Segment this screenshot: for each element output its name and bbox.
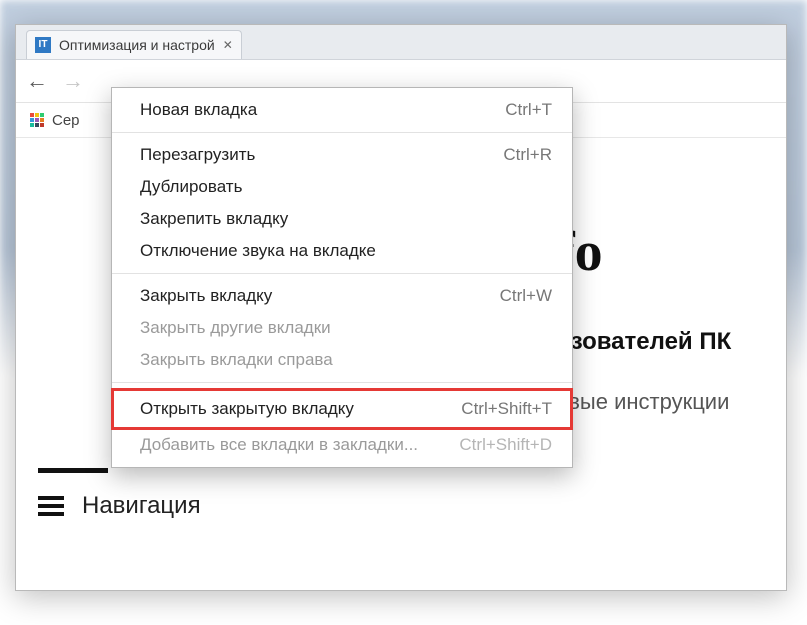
menu-item[interactable]: Закрепить вкладку bbox=[112, 203, 572, 235]
menu-item-shortcut: Ctrl+T bbox=[505, 100, 552, 120]
tab-context-menu: Новая вкладка Ctrl+T Перезагрузить Ctrl+R Ду… bbox=[111, 87, 573, 468]
menu-item-shortcut: Ctrl+W bbox=[500, 286, 552, 306]
menu-item: Закрыть вкладки справа bbox=[112, 344, 572, 376]
menu-item-label: Дублировать bbox=[140, 177, 242, 197]
menu-item[interactable]: Новая вкладка Ctrl+T bbox=[112, 94, 572, 126]
menu-item-label: Закрепить вкладку bbox=[140, 209, 288, 229]
subtitle-2: овые инструкции bbox=[556, 388, 729, 417]
tab-favicon: IT bbox=[35, 37, 51, 53]
nav-row[interactable]: Навигация bbox=[38, 492, 201, 520]
menu-item-label: Закрыть вкладку bbox=[140, 286, 272, 306]
menu-item[interactable]: Отключение звука на вкладке bbox=[112, 235, 572, 267]
menu-item-label: Добавить все вкладки в закладки... bbox=[140, 435, 418, 455]
tab-strip: IT Оптимизация и настрой ✕ bbox=[16, 25, 786, 60]
bookmarks-label[interactable]: Сер bbox=[52, 112, 80, 129]
menu-item: Закрыть другие вкладки bbox=[112, 312, 572, 344]
menu-item[interactable]: Закрыть вкладку Ctrl+W bbox=[112, 280, 572, 312]
menu-separator bbox=[112, 273, 572, 274]
menu-item[interactable]: Перезагрузить Ctrl+R bbox=[112, 139, 572, 171]
menu-item-label: Отключение звука на вкладке bbox=[140, 241, 376, 261]
close-icon[interactable]: ✕ bbox=[223, 38, 233, 52]
menu-item-label: Закрыть вкладки справа bbox=[140, 350, 333, 370]
menu-item-label: Открыть закрытую вкладку bbox=[140, 399, 354, 419]
menu-item[interactable]: Открыть закрытую вкладку Ctrl+Shift+T bbox=[112, 389, 572, 429]
menu-item: Добавить все вкладки в закладки... Ctrl+S… bbox=[112, 429, 572, 461]
apps-icon[interactable] bbox=[30, 113, 44, 127]
menu-item[interactable]: Дублировать bbox=[112, 171, 572, 203]
active-tab[interactable]: IT Оптимизация и настрой ✕ bbox=[26, 30, 242, 59]
nav-label: Навигация bbox=[82, 494, 201, 518]
hamburger-icon[interactable] bbox=[38, 492, 64, 520]
tab-title: Оптимизация и настрой bbox=[59, 37, 215, 53]
menu-item-shortcut: Ctrl+Shift+D bbox=[459, 435, 552, 455]
menu-item-label: Закрыть другие вкладки bbox=[140, 318, 331, 338]
menu-item-shortcut: Ctrl+Shift+T bbox=[461, 399, 552, 419]
subtitle-1: ьзователей ПК bbox=[556, 326, 731, 357]
menu-item-label: Новая вкладка bbox=[140, 100, 257, 120]
menu-separator bbox=[112, 132, 572, 133]
menu-item-label: Перезагрузить bbox=[140, 145, 255, 165]
browser-window: IT Оптимизация и настрой ✕ ← → Сер fo ьз… bbox=[15, 24, 787, 591]
forward-button[interactable]: → bbox=[62, 68, 84, 94]
menu-separator bbox=[112, 382, 572, 383]
section-divider bbox=[38, 468, 108, 473]
back-button[interactable]: ← bbox=[26, 68, 48, 94]
menu-item-shortcut: Ctrl+R bbox=[503, 145, 552, 165]
